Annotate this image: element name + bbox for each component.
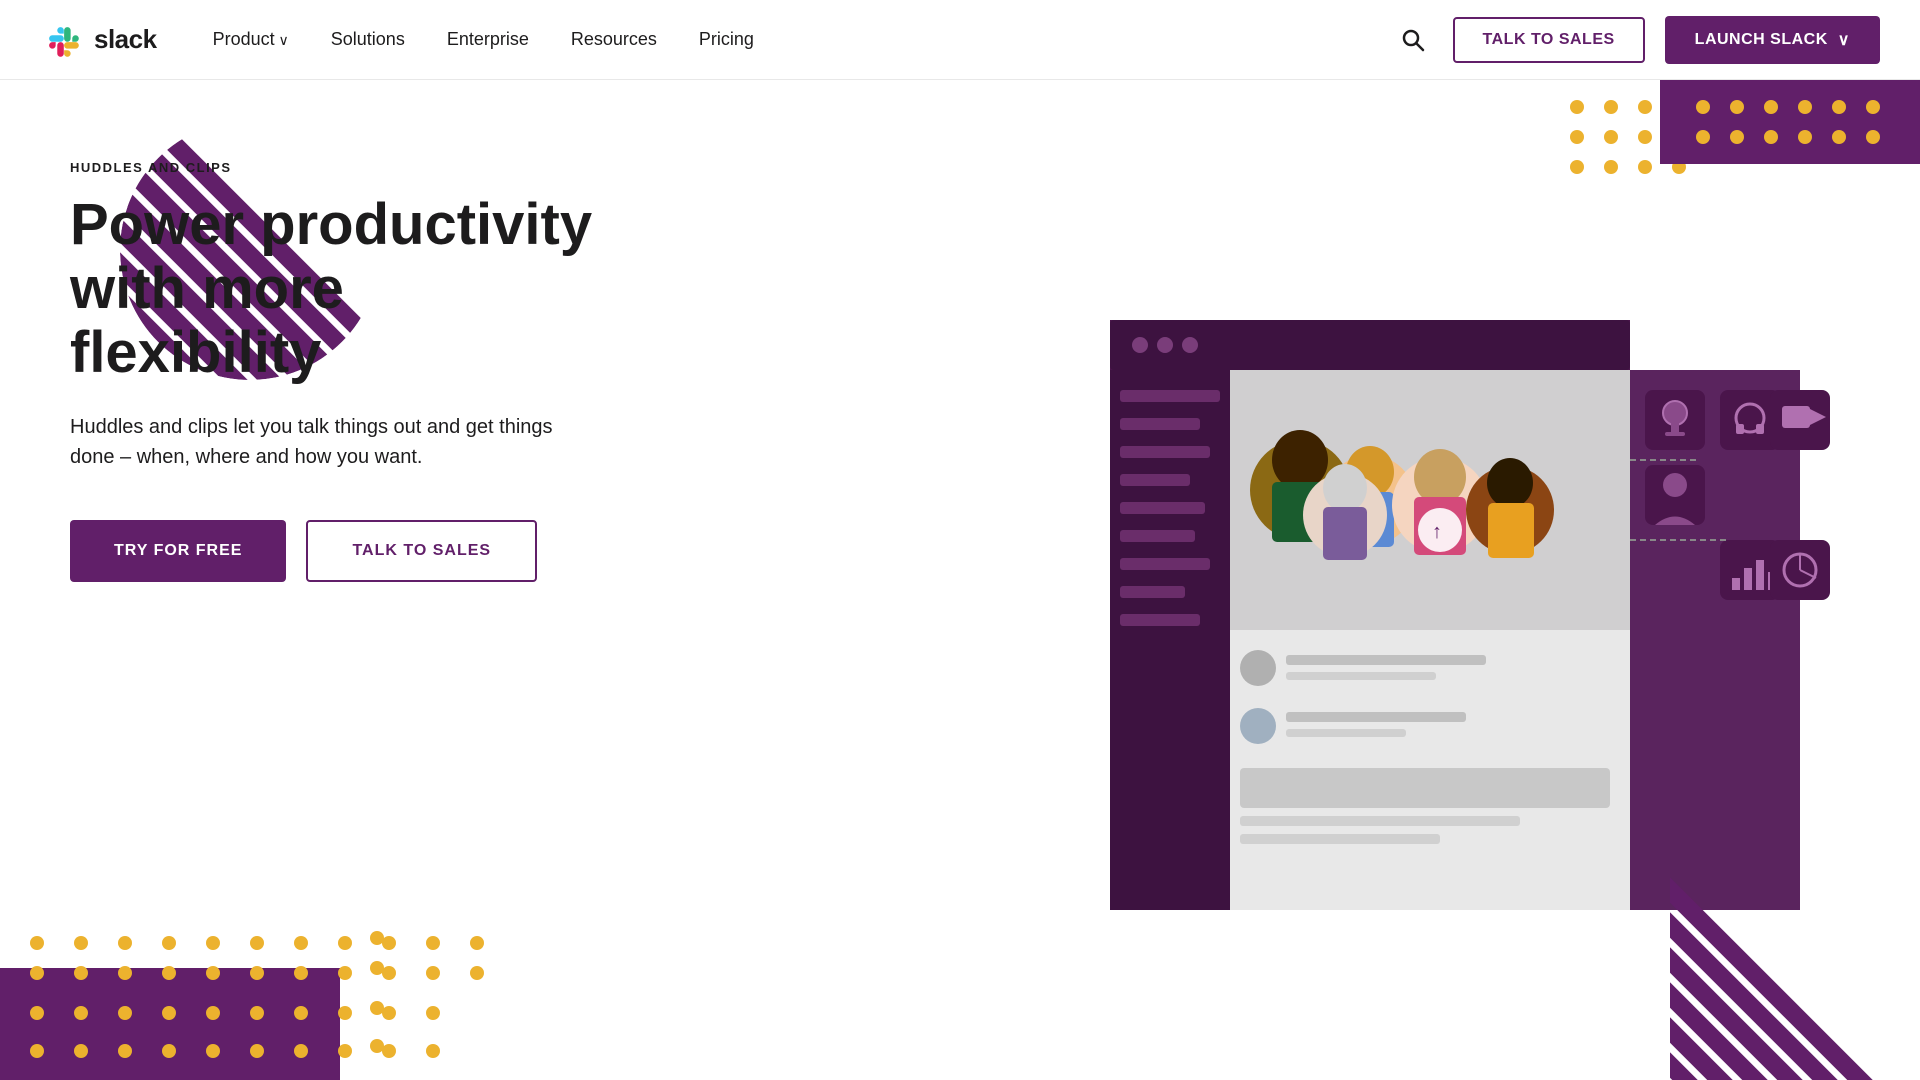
hero-section: HUDDLES AND CLIPS Power productivity wit… [0, 80, 1920, 1080]
nav-launch-slack-button[interactable]: LAUNCH SLACK ∨ [1665, 16, 1880, 64]
dot [1764, 130, 1778, 144]
dot [1638, 130, 1652, 144]
dot [1604, 130, 1618, 144]
try-for-free-button[interactable]: TRY FOR FREE [70, 520, 286, 582]
nav-product[interactable]: Product [197, 21, 305, 58]
dot [1832, 100, 1846, 114]
dot [1798, 130, 1812, 144]
logo-label: slack [94, 24, 157, 55]
nav-talk-to-sales-button[interactable]: TALK TO SALES [1453, 17, 1645, 63]
stripes-bottom-right [1670, 860, 1920, 1080]
nav-links: Product Solutions Enterprise Resources P… [197, 21, 1393, 58]
nav-right: TALK TO SALES LAUNCH SLACK ∨ [1393, 16, 1880, 64]
dot [1696, 130, 1710, 144]
nav-pricing[interactable]: Pricing [683, 21, 770, 58]
navbar: slack Product Solutions Enterprise Resou… [0, 0, 1920, 80]
hero-talk-to-sales-button[interactable]: TALK TO SALES [306, 520, 537, 582]
hero-title: Power productivity with more flexibility [70, 193, 610, 384]
dot [1866, 100, 1880, 114]
section-label: HUDDLES AND CLIPS [70, 160, 620, 175]
dot [1638, 100, 1652, 114]
search-button[interactable] [1393, 20, 1433, 60]
nav-enterprise[interactable]: Enterprise [431, 21, 545, 58]
dot [1604, 160, 1618, 174]
nav-resources[interactable]: Resources [555, 21, 673, 58]
dot [1730, 100, 1744, 114]
svg-text:↑: ↑ [1432, 521, 1442, 543]
dot [1604, 100, 1618, 114]
dot [1570, 160, 1584, 174]
dot [1638, 160, 1652, 174]
logo[interactable]: slack [40, 18, 157, 62]
hero-left: HUDDLES AND CLIPS Power productivity wit… [0, 80, 620, 1080]
dot [1570, 130, 1584, 144]
dot [1866, 130, 1880, 144]
dot [1832, 130, 1846, 144]
dot [1730, 130, 1744, 144]
dot [1764, 100, 1778, 114]
dot [1696, 100, 1710, 114]
hero-description: Huddles and clips let you talk things ou… [70, 412, 560, 472]
hero-buttons: TRY FOR FREE TALK TO SALES [70, 520, 620, 582]
dot [1798, 100, 1812, 114]
dots-top-right-panel [1660, 80, 1920, 164]
dot [1570, 100, 1584, 114]
nav-solutions[interactable]: Solutions [315, 21, 421, 58]
